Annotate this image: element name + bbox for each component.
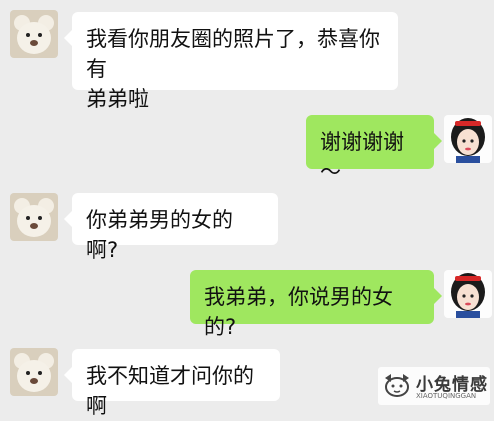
message-bubble-sent[interactable]: 谢谢谢谢～ [306,115,442,184]
snow-white-avatar[interactable] [444,115,492,163]
message-bubble-sent[interactable]: 我弟弟，你说男的女的? [190,270,442,339]
message-bubble-received[interactable]: 我看你朋友圈的照片了，恭喜你有 弟弟啦 [64,12,398,111]
teddy-bear-avatar[interactable] [10,193,58,241]
teddy-bear-avatar[interactable] [10,348,58,396]
message-bubble-received[interactable]: 你弟弟男的女的啊? [64,193,278,262]
watermark-subtitle: XIAOTUQINGGAN [416,392,477,400]
teddy-bear-avatar[interactable] [10,10,58,58]
rabbit-logo-icon [385,374,409,397]
watermark: 小兔情感 XIAOTUQINGGAN [378,367,490,405]
snow-white-avatar[interactable] [444,270,492,318]
message-bubble-received[interactable]: 我不知道才问你的啊 [64,349,280,418]
